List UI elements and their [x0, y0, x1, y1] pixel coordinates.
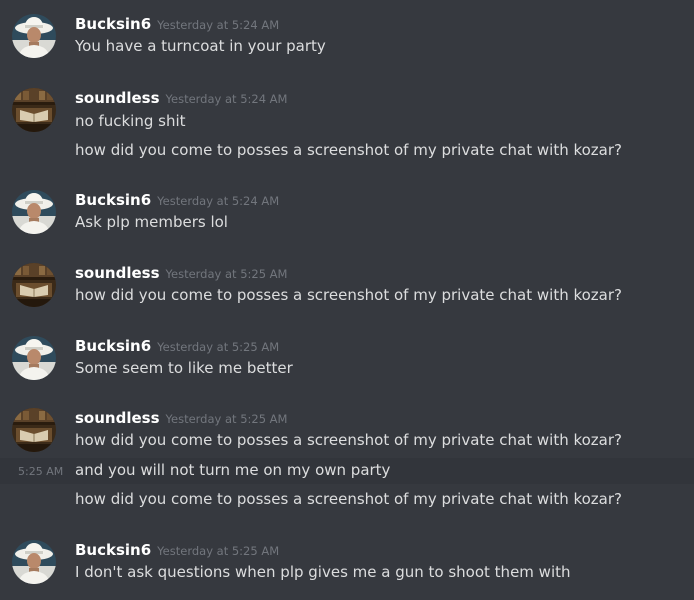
timestamp: Yesterday at 5:24 AM	[165, 92, 288, 106]
message-text: how did you come to posses a screenshot …	[75, 141, 622, 159]
message-line: how did you come to posses a screenshot …	[0, 428, 694, 454]
timestamp: Yesterday at 5:25 AM	[165, 412, 288, 426]
message-header: soundless Yesterday at 5:24 AM	[75, 88, 287, 110]
timestamp: Yesterday at 5:24 AM	[157, 18, 280, 32]
message-line: how did you come to posses a screenshot …	[0, 283, 694, 309]
message-text: how did you come to posses a screenshot …	[75, 431, 622, 449]
chat-messages: Bucksin6 Yesterday at 5:24 AM You have a …	[0, 0, 694, 600]
message-header: Bucksin6 Yesterday at 5:25 AM	[75, 336, 279, 358]
message-text: how did you come to posses a screenshot …	[75, 490, 622, 508]
message-line: I don't ask questions when plp gives me …	[0, 560, 694, 586]
username[interactable]: Bucksin6	[75, 15, 151, 33]
message-line: how did you come to posses a screenshot …	[0, 487, 694, 513]
timestamp: Yesterday at 5:25 AM	[157, 544, 280, 558]
username[interactable]: soundless	[75, 264, 160, 282]
username[interactable]: soundless	[75, 409, 160, 427]
username[interactable]: Bucksin6	[75, 541, 151, 559]
message-header: soundless Yesterday at 5:25 AM	[75, 263, 287, 285]
message-text: how did you come to posses a screenshot …	[75, 286, 622, 304]
timestamp: Yesterday at 5:25 AM	[165, 267, 288, 281]
message-text: You have a turncoat in your party	[75, 37, 326, 55]
message-line: no fucking shit	[0, 109, 694, 135]
username[interactable]: Bucksin6	[75, 191, 151, 209]
line-timestamp: 5:25 AM	[18, 465, 64, 478]
message-text: no fucking shit	[75, 112, 186, 130]
username[interactable]: Bucksin6	[75, 337, 151, 355]
timestamp: Yesterday at 5:24 AM	[157, 194, 280, 208]
message-text: Ask plp members lol	[75, 213, 228, 231]
message-line-hovered[interactable]: 5:25 AM and you will not turn me on my o…	[0, 458, 694, 484]
message-header: Bucksin6 Yesterday at 5:25 AM	[75, 540, 279, 562]
message-header: Bucksin6 Yesterday at 5:24 AM	[75, 14, 279, 36]
message-header: soundless Yesterday at 5:25 AM	[75, 408, 287, 430]
message-text: and you will not turn me on my own party	[75, 461, 391, 479]
username[interactable]: soundless	[75, 89, 160, 107]
message-line: how did you come to posses a screenshot …	[0, 138, 694, 164]
message-line: Ask plp members lol	[0, 210, 694, 236]
timestamp: Yesterday at 5:25 AM	[157, 340, 280, 354]
message-text: Some seem to like me better	[75, 359, 293, 377]
message-text: I don't ask questions when plp gives me …	[75, 563, 571, 581]
message-header: Bucksin6 Yesterday at 5:24 AM	[75, 190, 279, 212]
message-line: Some seem to like me better	[0, 356, 694, 382]
message-line: You have a turncoat in your party	[0, 34, 694, 60]
